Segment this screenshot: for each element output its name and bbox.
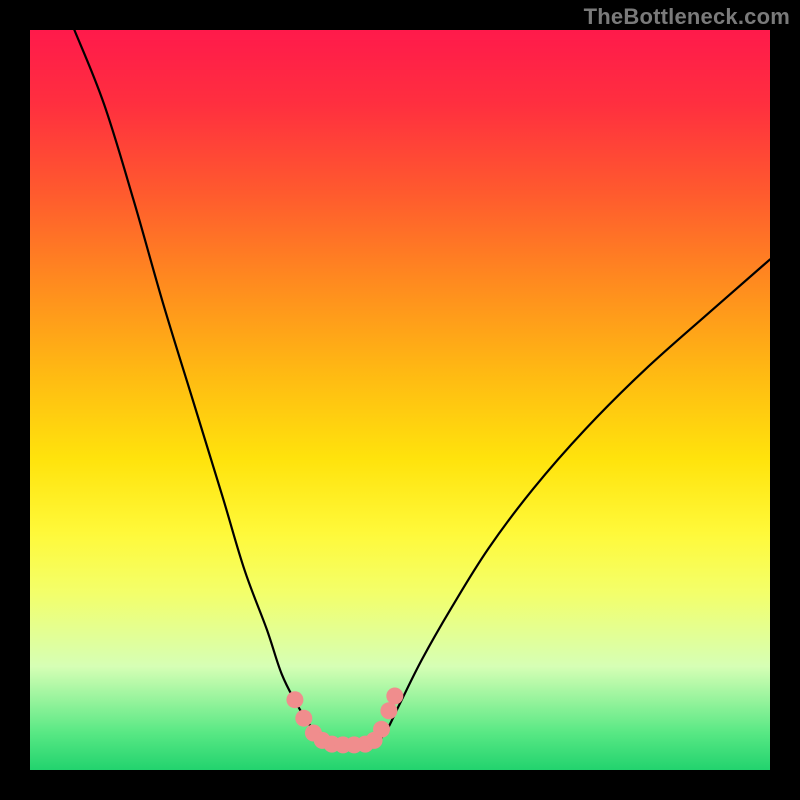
plot-area [30,30,770,770]
curve-layer [30,30,770,770]
plot-container [30,30,770,770]
pink-overlay-group [286,688,403,754]
highlight-dot [286,691,303,708]
highlight-dot [295,710,312,727]
left-curve-path [74,30,332,745]
chart-frame: TheBottleneck.com [0,0,800,800]
highlight-dot [373,721,390,738]
right-curve-path [374,259,770,744]
watermark-text: TheBottleneck.com [584,4,790,30]
highlight-dot [380,702,397,719]
highlight-dot [386,688,403,705]
